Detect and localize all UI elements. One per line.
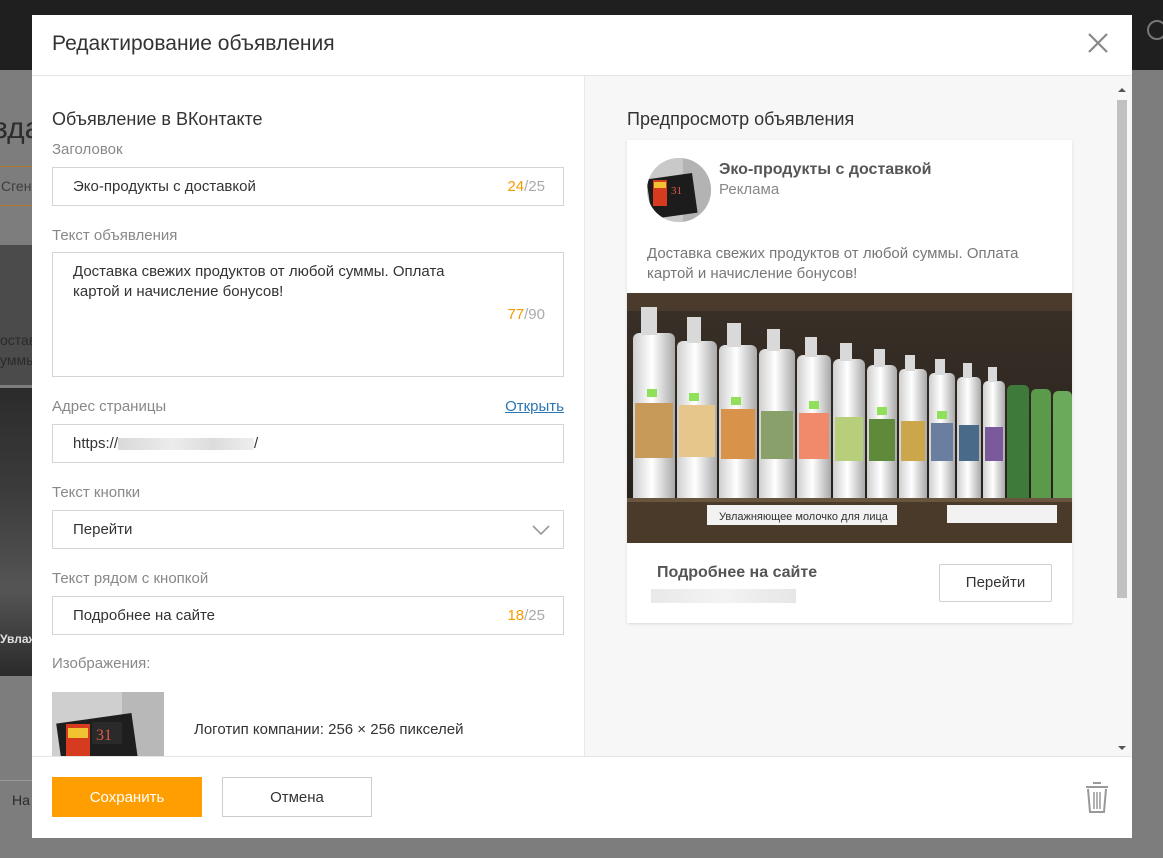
- ad-text-label: Текст объявления: [52, 227, 178, 244]
- open-url-link[interactable]: Открыть: [505, 398, 564, 415]
- modal-header: Редактирование объявления: [32, 15, 1132, 76]
- preview-scrollbar[interactable]: [1113, 84, 1129, 756]
- scroll-thumb[interactable]: [1117, 100, 1127, 598]
- url-value: https:///: [73, 435, 259, 452]
- company-logo-thumbnail[interactable]: 31: [52, 692, 164, 756]
- chevron-down-icon: [532, 525, 550, 536]
- button-text-value: Перейти: [73, 521, 133, 538]
- svg-text:31: 31: [671, 185, 682, 197]
- preview-card: 31 Эко-продукты с доставкой Реклама Дост…: [627, 140, 1072, 623]
- url-input[interactable]: https:///: [52, 424, 564, 463]
- preview-redacted-url: [651, 589, 796, 603]
- preview-text: Доставка свежих продуктов от любой суммы…: [647, 245, 1019, 282]
- near-button-counter: 18/25: [507, 607, 545, 624]
- preview-ad-label: Реклама: [719, 181, 780, 198]
- headline-input[interactable]: Эко-продукты с доставкой 24/25: [52, 167, 564, 206]
- headline-counter: 24/25: [507, 178, 545, 195]
- logo-caption: Логотип компании: 256 × 256 пикселей: [194, 721, 464, 738]
- near-button-value: Подробнее на сайте: [73, 607, 216, 624]
- preview-name: Эко-продукты с доставкой: [719, 161, 932, 178]
- headline-label: Заголовок: [52, 141, 123, 158]
- ad-text-counter: 77/90: [507, 306, 545, 323]
- preview-title: Предпросмотр объявления: [627, 109, 855, 129]
- ad-preview-panel: Предпросмотр объявления 31 Эко-продукты …: [584, 76, 1132, 756]
- save-button[interactable]: Сохранить: [52, 777, 202, 817]
- scroll-down-icon[interactable]: [1117, 744, 1127, 752]
- button-text-select[interactable]: Перейти: [52, 510, 564, 549]
- modal-title: Редактирование объявления: [52, 32, 335, 55]
- trash-icon[interactable]: [1084, 780, 1110, 814]
- preview-product-photo: Увлажняющее молочко для лица: [627, 293, 1072, 543]
- modal-footer: Сохранить Отмена: [32, 756, 1132, 838]
- background-user-icon: [1147, 20, 1163, 40]
- url-label: Адрес страницы: [52, 398, 167, 415]
- section-title: Объявление в ВКонтакте: [52, 109, 263, 129]
- ad-text-textarea[interactable]: Доставка свежих продуктов от любой суммы…: [52, 252, 564, 377]
- svg-text:31: 31: [96, 727, 112, 744]
- ad-text-value: Доставка свежих продуктов от любой суммы…: [73, 263, 445, 300]
- preview-bottom-text: Подробнее на сайте: [657, 564, 818, 581]
- near-button-label: Текст рядом с кнопкой: [52, 570, 209, 587]
- url-redacted: [118, 438, 255, 451]
- preview-go-button[interactable]: Перейти: [939, 564, 1052, 602]
- scroll-up-icon[interactable]: [1117, 86, 1127, 94]
- avatar: 31: [647, 158, 711, 222]
- background-nav: На: [0, 780, 32, 819]
- close-icon[interactable]: [1084, 29, 1112, 57]
- edit-ad-modal: Редактирование объявления Объявление в В…: [32, 15, 1132, 838]
- headline-value: Эко-продукты с доставкой: [73, 178, 256, 195]
- near-button-input[interactable]: Подробнее на сайте 18/25: [52, 596, 564, 635]
- background-card-text: остав уммы: [0, 332, 37, 368]
- svg-text:Увлажняющее молочко для лица: Увлажняющее молочко для лица: [719, 511, 889, 523]
- cancel-button[interactable]: Отмена: [222, 777, 372, 817]
- images-label: Изображения:: [52, 655, 151, 672]
- ad-form: Объявление в ВКонтакте Заголовок Эко-про…: [32, 76, 584, 756]
- button-text-label: Текст кнопки: [52, 484, 141, 501]
